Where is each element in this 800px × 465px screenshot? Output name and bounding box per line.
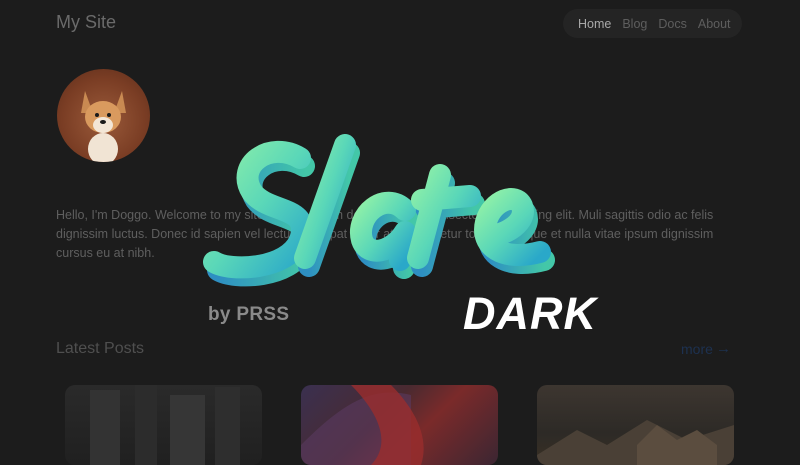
nav-item-about[interactable]: About [698,17,731,31]
nav-item-home[interactable]: Home [578,17,611,31]
post-card[interactable] [301,385,498,465]
nav-item-docs[interactable]: Docs [658,17,686,31]
more-posts-link[interactable]: more [681,341,713,357]
site-title[interactable]: My Site [56,12,116,33]
logo-variant-label: DARK [463,288,597,339]
post-card[interactable] [537,385,734,465]
page: My Site Home Blog Docs About Hello, I'm … [0,0,800,465]
logo-byline: by PRSS [208,304,290,325]
post-thumbnail-city [90,385,240,465]
latest-posts-heading: Latest Posts [56,340,145,357]
main-nav: Home Blog Docs About [563,9,742,38]
nav-item-blog[interactable]: Blog [622,17,647,31]
avatar [57,69,150,162]
dog-icon [81,91,126,162]
post-thumbnail-abstract [301,385,424,465]
post-thumbnail-landscape [537,420,734,465]
post-card[interactable] [65,385,262,465]
intro-paragraph: Hello, I'm Doggo. Welcome to my site. Lo… [56,208,714,260]
arrow-right-icon[interactable]: → [716,340,731,357]
